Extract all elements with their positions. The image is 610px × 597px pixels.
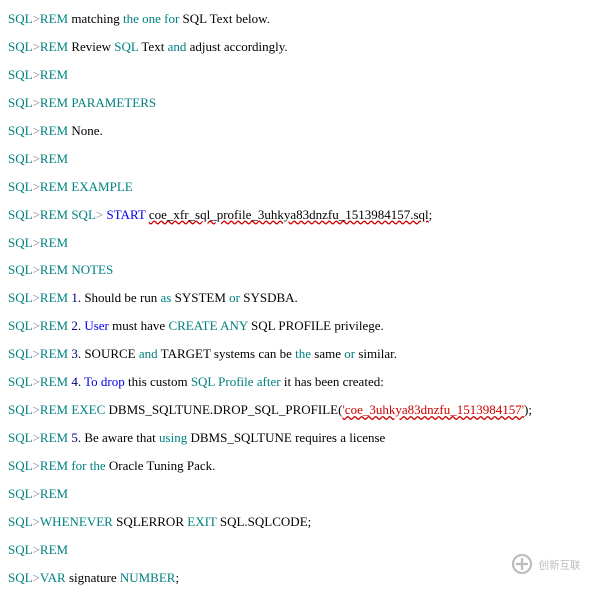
code-line: SQL>REM for the Oracle Tuning Pack. — [8, 452, 602, 480]
code-line: SQL>REM 3. SOURCE and TARGET systems can… — [8, 340, 602, 368]
code-line: SQL>REM Review SQL Text and adjust accor… — [8, 33, 602, 61]
code-line: SQL>REM 2. User must have CREATE ANY SQL… — [8, 312, 602, 340]
code-line: SQL>REM 5. Be aware that using DBMS_SQLT… — [8, 424, 602, 452]
code-line: SQL>REM SQL> START coe_xfr_sql_profile_3… — [8, 201, 602, 229]
code-line: SQL>REM — [8, 145, 602, 173]
watermark-logo: 创新互联 — [510, 549, 600, 579]
code-line: SQL>REM 4. To drop this custom SQL Profi… — [8, 368, 602, 396]
code-line: SQL>REM — [8, 61, 602, 89]
code-line: SQL>REM EXAMPLE — [8, 173, 602, 201]
code-line: SQL>REM NOTES — [8, 256, 602, 284]
code-line: SQL>REM EXEC DBMS_SQLTUNE.DROP_SQL_PROFI… — [8, 396, 602, 424]
code-line: SQL>WHENEVER SQLERROR EXIT SQL.SQLCODE; — [8, 508, 602, 536]
code-line: SQL>REM — [8, 229, 602, 257]
code-line: SQL>REM — [8, 480, 602, 508]
watermark-text: 创新互联 — [539, 558, 581, 571]
code-line: SQL>REM matching the one for SQL Text be… — [8, 5, 602, 33]
code-line: SQL>REM None. — [8, 117, 602, 145]
code-line: SQL>REM 1. Should be run as SYSTEM or SY… — [8, 284, 602, 312]
code-line: SQL>REM PARAMETERS — [8, 89, 602, 117]
